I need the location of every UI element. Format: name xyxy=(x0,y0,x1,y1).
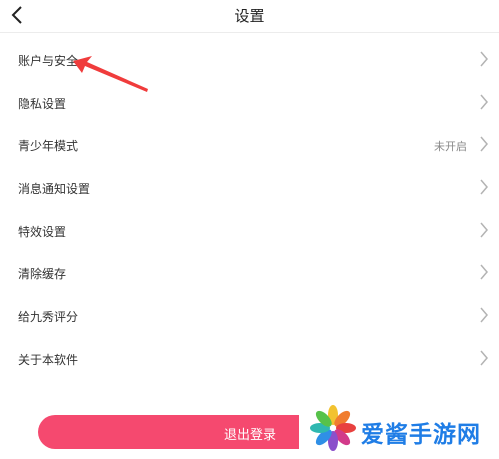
page-title: 设置 xyxy=(234,7,265,25)
settings-item-clear-cache[interactable]: 清除缓存 xyxy=(0,252,499,295)
teen-mode-status: 未开启 xyxy=(434,140,467,154)
settings-item-notifications[interactable]: 消息通知设置 xyxy=(0,167,499,210)
chevron-right-icon xyxy=(480,222,488,238)
watermark-text: 爱酱手游网 xyxy=(361,422,481,448)
chevron-right-icon xyxy=(480,264,488,280)
pinwheel-logo-icon xyxy=(310,405,356,451)
settings-item-label: 给九秀评分 xyxy=(18,310,79,325)
settings-item-teen-mode[interactable]: 青少年模式 未开启 xyxy=(0,124,499,167)
settings-item-privacy[interactable]: 隐私设置 xyxy=(0,82,499,125)
chevron-right-icon xyxy=(480,350,488,366)
chevron-right-icon xyxy=(480,307,488,323)
settings-item-account-security[interactable]: 账户与安全 xyxy=(0,39,499,82)
chevron-right-icon xyxy=(480,94,488,110)
settings-item-rate-app[interactable]: 给九秀评分 xyxy=(0,295,499,338)
settings-item-label: 隐私设置 xyxy=(18,96,67,111)
logout-label: 退出登录 xyxy=(224,428,277,443)
settings-item-label: 特效设置 xyxy=(18,224,67,239)
settings-item-label: 关于本软件 xyxy=(18,352,79,367)
watermark: 爱酱手游网 xyxy=(299,400,499,459)
settings-item-label: 消息通知设置 xyxy=(18,182,91,197)
settings-list: 账户与安全 隐私设置 青少年模式 未开启 消息通知设置 特效设置 清除缓存 给九… xyxy=(0,39,499,381)
chevron-right-icon xyxy=(480,179,488,195)
navigation-bar: 设置 xyxy=(0,0,499,33)
settings-item-label: 清除缓存 xyxy=(18,267,67,282)
settings-item-label: 青少年模式 xyxy=(18,139,79,154)
settings-item-about[interactable]: 关于本软件 xyxy=(0,338,499,381)
chevron-right-icon xyxy=(480,51,488,67)
chevron-right-icon xyxy=(480,136,488,152)
settings-item-effects[interactable]: 特效设置 xyxy=(0,210,499,253)
settings-item-label: 账户与安全 xyxy=(18,54,79,68)
